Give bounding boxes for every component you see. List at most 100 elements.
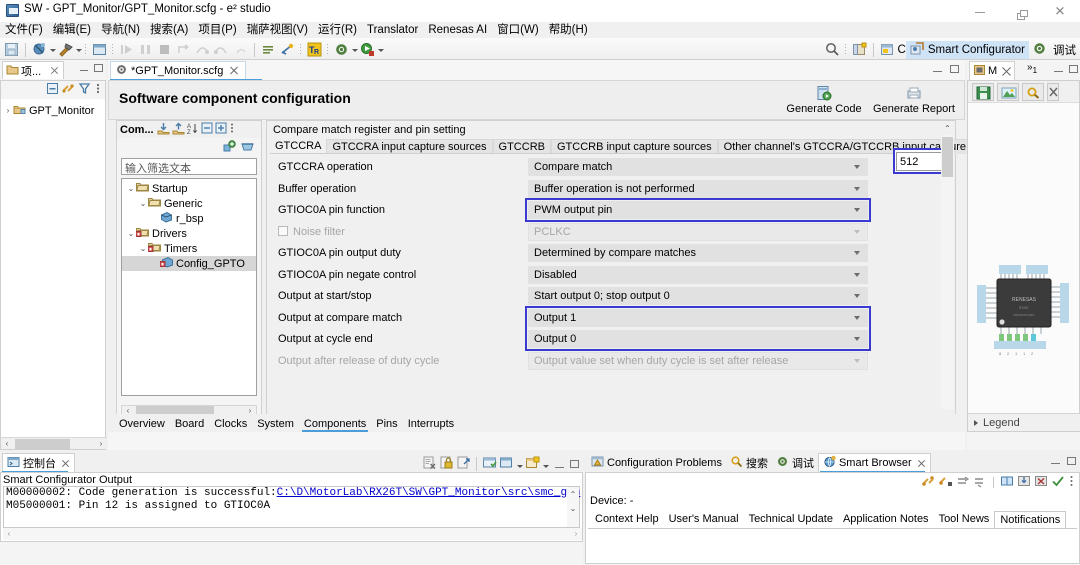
close-window-button[interactable]: ✕ [1040,0,1080,22]
view-menu-icon[interactable] [94,82,102,98]
tree-item-generic[interactable]: ⌄ Generic [122,196,256,211]
tab-gtccrb-input-capture-sources[interactable]: GTCCRB input capture sources [550,139,718,154]
clear-console-icon[interactable] [422,455,437,473]
menu-item-run[interactable]: 运行(R) [313,22,362,38]
lock-scroll-icon[interactable] [439,455,454,473]
tab-search[interactable]: 搜索 [726,453,772,472]
menu-item-search[interactable]: 搜索(A) [145,22,193,38]
console-vscrollbar[interactable]: ⌃ ⌄ [567,487,579,527]
chevron-down-icon[interactable] [854,208,861,213]
suspend-icon[interactable] [137,41,154,58]
scroll-up-arrow[interactable]: ⌃ [941,122,954,135]
subtab-technical-update[interactable]: Technical Update [744,511,838,528]
chevron-right-icon[interactable]: › [3,106,13,115]
tab-configuration-problems[interactable]: Configuration Problems [587,453,726,472]
chevron-down-icon[interactable]: ⌄ [126,229,136,238]
tree-item-gpt-monitor[interactable]: › GPT_Monitor [3,103,105,118]
scroll-track[interactable] [941,135,954,409]
scroll-up-arrow[interactable]: ⌃ [567,489,579,500]
zoom-fit-icon[interactable] [997,82,1019,101]
tab-smart-browser[interactable]: Smart Browser [817,453,931,472]
step-out-icon[interactable] [232,41,249,58]
link-editor-icon[interactable] [62,82,75,98]
generate-code-button[interactable]: Generate Code [780,83,868,115]
import-icon[interactable] [157,122,170,138]
component-filter-input[interactable]: 输入筛选文本 [121,158,257,175]
chevron-down-icon[interactable]: ⌄ [126,184,136,193]
scroll-left-arrow[interactable]: ‹ [1,439,13,449]
close-icon[interactable] [229,66,239,76]
run-dropdown-icon[interactable] [377,41,384,58]
link4-icon[interactable] [973,474,987,491]
restore-window-button[interactable] [1000,0,1040,22]
maximize-icon[interactable] [1067,457,1076,465]
menu-item-file[interactable]: 文件(F) [0,22,48,38]
chevron-down-icon[interactable] [854,165,861,170]
tree-item-timers[interactable]: ⌄ Timers [122,241,256,256]
project-explorer-hscrollbar[interactable]: ‹ › [1,437,107,449]
tree-item-startup[interactable]: ⌄ Startup [122,181,256,196]
search-icon[interactable] [824,41,841,58]
disconnect-icon[interactable] [279,41,296,58]
menu-item-renesas-ai[interactable]: Renesas AI [423,22,492,38]
maximize-icon[interactable] [950,65,959,73]
chevron-down-icon[interactable] [854,251,861,256]
remove-icon[interactable] [1034,474,1048,491]
terminate-icon[interactable] [156,41,173,58]
display-selected-console-icon[interactable] [499,455,514,473]
noise-filter-checkbox[interactable] [278,225,288,236]
project-explorer-tab[interactable]: 项... [2,61,64,79]
minimize-icon[interactable] [555,461,564,468]
external-tools-dropdown-icon[interactable] [351,41,358,58]
tab-gtccra[interactable]: GTCCRA [270,139,327,154]
remove-component-icon[interactable] [240,139,255,157]
scroll-left-arrow[interactable]: ‹ [3,528,15,539]
close-icon[interactable] [61,459,70,468]
open-all-icon[interactable] [1000,474,1014,491]
maximize-icon[interactable] [94,64,103,72]
external-tools-icon[interactable] [333,41,350,58]
step-over-icon[interactable] [194,41,211,58]
tab-gtccra-input-capture-sources[interactable]: GTCCRA input capture sources [326,139,493,154]
minimize-icon[interactable] [1051,457,1060,464]
output-at-compare-match-combo[interactable]: Output 1 [528,308,868,327]
console-output[interactable]: M00000002: Code generation is successful… [3,486,580,528]
chevron-down-icon[interactable] [854,294,861,299]
chevron-down-icon[interactable]: ⌄ [138,244,148,253]
subtab-context-help[interactable]: Context Help [590,511,664,528]
scroll-thumb[interactable] [15,439,70,449]
tree-item-config-gpt0[interactable]: Config_GPTO [122,256,256,271]
tab-clocks[interactable]: Clocks [209,416,252,432]
gtioc0a-pin-output-duty-combo[interactable]: Determined by compare matches [528,244,868,262]
minimize-window-button[interactable] [960,0,1000,22]
tab-board[interactable]: Board [170,416,209,432]
build-dropdown-icon[interactable] [75,41,82,58]
menu-item-edit[interactable]: 编辑(E) [48,22,96,38]
chevron-down-icon[interactable]: ⌄ [138,199,148,208]
close-icon[interactable] [1002,66,1012,76]
chevron-down-icon[interactable] [854,337,861,342]
sort-az-icon[interactable]: AZ [187,122,199,138]
export-icon[interactable] [172,122,185,138]
config-vscrollbar[interactable]: ⌃ ⌄ [941,122,954,422]
mcu-package-diagram[interactable]: 821 12 RENESAS RX26T R5F526TFCDFP [968,103,1079,428]
scroll-right-arrow[interactable]: › [95,439,107,449]
console-dropdown-icon[interactable] [516,457,523,471]
maximize-icon[interactable] [1069,65,1078,73]
debug-dropdown-icon[interactable] [49,41,56,58]
step-into-icon[interactable] [175,41,192,58]
minimize-icon[interactable] [80,64,88,71]
check-icon[interactable] [1051,474,1065,491]
step-return-icon[interactable] [213,41,230,58]
open-console-icon[interactable] [525,455,540,473]
c-perspective-label[interactable]: C [898,44,906,56]
save-icon[interactable] [3,41,20,58]
close-icon[interactable] [1047,82,1059,101]
collapse-all-icon[interactable] [46,82,59,98]
tab-interrupts[interactable]: Interrupts [403,416,459,432]
open-console-dropdown-icon[interactable] [542,457,549,471]
output-at-start-stop-combo[interactable]: Start output 0; stop output 0 [528,287,868,305]
gtioc0a-pin-negate-control-combo[interactable]: Disabled [528,265,868,284]
new-console-icon[interactable] [91,41,108,58]
filter-icon[interactable] [78,82,91,98]
